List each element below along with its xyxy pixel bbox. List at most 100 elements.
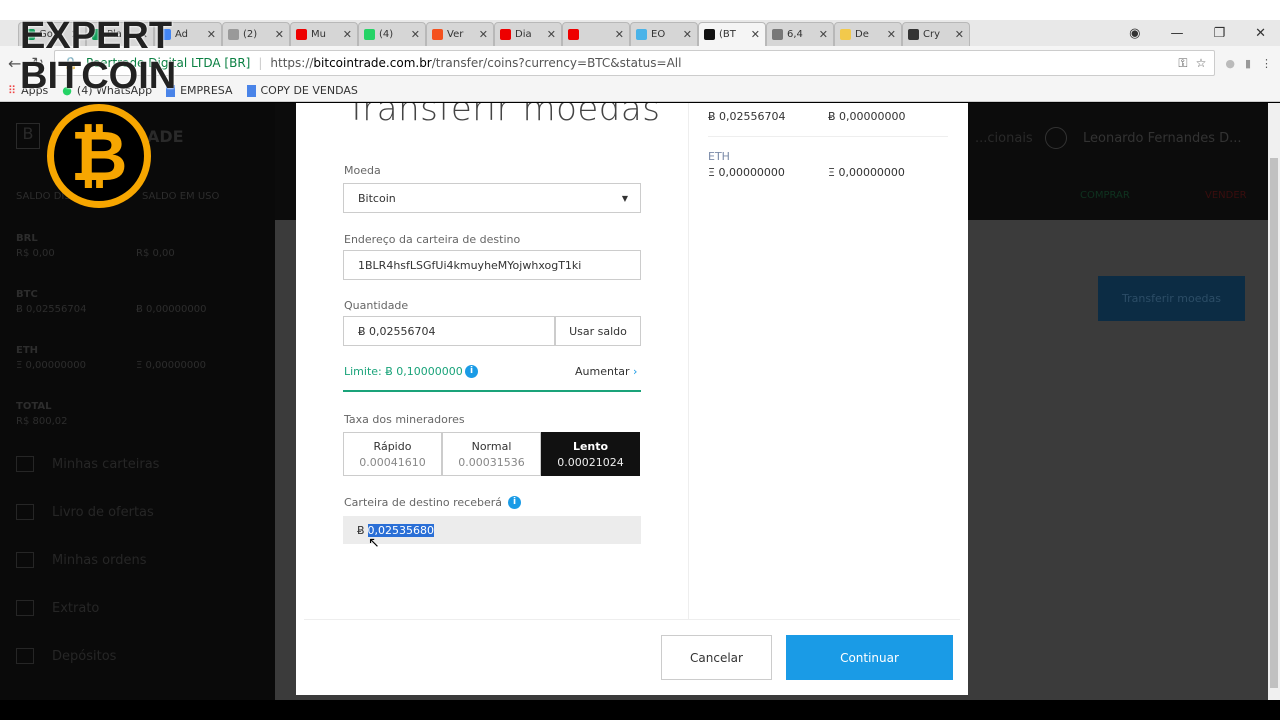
balance-available: R$ 0,00 (16, 248, 55, 259)
balance-currency: BRL (16, 233, 38, 244)
cancel-button[interactable]: Cancelar (661, 635, 772, 680)
total-value: R$ 800,02 (16, 416, 68, 427)
sidebar-item[interactable]: Livro de ofertas (16, 504, 154, 520)
fee-value: 0.00021024 (557, 456, 624, 469)
close-tab-icon[interactable]: ✕ (207, 28, 216, 41)
balance-currency: BTC (16, 289, 38, 300)
divider (688, 103, 689, 619)
menu-icon (16, 552, 34, 568)
close-tab-icon[interactable]: ✕ (751, 28, 760, 41)
user-menu[interactable]: Leonardo Fernandes D... (1083, 131, 1242, 146)
fee-name: Normal (471, 440, 512, 453)
scrollbar-thumb[interactable] (1270, 158, 1278, 688)
info-icon[interactable]: i (508, 496, 521, 509)
browser-tab[interactable]: ✕ (562, 22, 630, 46)
tab-title: 6,4 (787, 29, 803, 40)
bookmark-label: COPY DE VENDAS (260, 84, 358, 97)
buy-link[interactable]: COMPRAR (1080, 190, 1130, 201)
close-tab-icon[interactable]: ✕ (819, 28, 828, 41)
scrollbar[interactable] (1268, 103, 1280, 700)
tab-title: (BT (719, 29, 736, 40)
sidebar-item[interactable]: Depósitos (16, 648, 116, 664)
transfer-coins-button[interactable]: Transferir moedas (1098, 276, 1245, 321)
menu-icon (16, 456, 34, 472)
url-domain: bitcointrade.com.br (313, 56, 432, 70)
minimize-button[interactable]: — (1170, 26, 1183, 41)
fee-option[interactable]: Rápido 0.00041610 (343, 432, 442, 476)
sidebar-item-label: Extrato (52, 600, 100, 616)
browser-tab[interactable]: Dia ✕ (494, 22, 562, 46)
use-balance-button[interactable]: Usar saldo (555, 316, 641, 346)
key-icon[interactable]: ⚿ (1178, 56, 1187, 71)
close-tab-icon[interactable]: ✕ (955, 28, 964, 41)
nav-item[interactable]: ...cionais (975, 131, 1033, 146)
screen-top (0, 0, 1280, 20)
browser-tab[interactable]: (BT ✕ (698, 22, 766, 46)
close-tab-icon[interactable]: ✕ (683, 28, 692, 41)
screen-bottom (0, 700, 1280, 720)
eth-label: ETH (708, 150, 730, 163)
favicon-icon (772, 29, 783, 40)
fee-option[interactable]: Lento 0.00021024 (541, 432, 640, 476)
sidebar-item[interactable]: Minhas ordens (16, 552, 147, 568)
star-icon[interactable]: ☆ (1196, 56, 1207, 70)
menu-icon[interactable]: ⋮ (1261, 57, 1272, 70)
close-tab-icon[interactable]: ✕ (887, 28, 896, 41)
favicon-icon (704, 29, 715, 40)
window-controls: ◉ — ❐ ✕ (1129, 20, 1280, 46)
browser-tab[interactable]: De ✕ (834, 22, 902, 46)
tab-title: Dia (515, 29, 532, 40)
fee-option[interactable]: Normal 0.00031536 (442, 432, 541, 476)
browser-tab[interactable]: (2) ✕ (222, 22, 290, 46)
btc-in-use: Ƀ 0,00000000 (828, 110, 906, 123)
browser-tab[interactable]: Ver ✕ (426, 22, 494, 46)
sidebar-item[interactable]: Extrato (16, 600, 99, 616)
favicon-icon (840, 29, 851, 40)
close-tab-icon[interactable]: ✕ (479, 28, 488, 41)
url-path: /transfer/coins?currency=BTC&status=All (431, 56, 682, 70)
url-input[interactable]: 🔒 Peertrade Digital LTDA [BR] | https://… (53, 50, 1216, 76)
browser-tab[interactable]: 6,4 ✕ (766, 22, 834, 46)
favicon-icon (296, 29, 307, 40)
balance-available: Ξ 0,00000000 (16, 360, 86, 371)
restore-button[interactable]: ❐ (1213, 26, 1225, 41)
close-tab-icon[interactable]: ✕ (275, 28, 284, 41)
continue-button[interactable]: Continuar (786, 635, 953, 680)
browser-tab[interactable]: (4) ✕ (358, 22, 426, 46)
close-window-button[interactable]: ✕ (1255, 26, 1266, 41)
browser-tab[interactable]: Cry ✕ (902, 22, 970, 46)
profile-icon[interactable]: ◉ (1129, 26, 1140, 41)
fee-value: 0.00031536 (458, 456, 525, 469)
close-tab-icon[interactable]: ✕ (343, 28, 352, 41)
info-icon[interactable]: i (465, 365, 478, 378)
address-input[interactable]: 1BLR4hsfLSGfUi4kmuyheMYojwhxogT1ki (343, 250, 641, 280)
extension-icon[interactable]: ▮ (1245, 57, 1251, 70)
browser-tab[interactable]: EO ✕ (630, 22, 698, 46)
tab-title: Mu (311, 29, 326, 40)
balance-available: Ƀ 0,02556704 (16, 304, 87, 315)
limit-progress (343, 390, 641, 392)
bookmark-copy[interactable]: COPY DE VENDAS (246, 84, 358, 97)
menu-icon (16, 600, 34, 616)
sidebar-item[interactable]: Minhas carteiras (16, 456, 159, 472)
bitcoin-logo-icon: ₿ (47, 104, 151, 208)
address-label: Endereço da carteira de destino (344, 233, 521, 246)
bookmarks-bar: ⠿ Apps ● (4) WhatsApp EMPRESA COPY DE VEND… (0, 80, 1280, 102)
extension-icon[interactable]: ● (1225, 57, 1235, 70)
browser-tab[interactable]: Mu ✕ (290, 22, 358, 46)
favicon-icon (228, 29, 239, 40)
user-icon (1045, 127, 1067, 149)
close-tab-icon[interactable]: ✕ (411, 28, 420, 41)
close-tab-icon[interactable]: ✕ (615, 28, 624, 41)
close-tab-icon[interactable]: ✕ (547, 28, 556, 41)
amount-input[interactable]: Ƀ 0,02556704 (343, 316, 555, 346)
sidebar: B BITCOINTRADE SALDO DISPONÍVEL SALDO EM… (0, 103, 275, 700)
balance-in-use: R$ 0,00 (136, 248, 175, 259)
increase-link[interactable]: Aumentar › (575, 365, 637, 378)
btc-available: Ƀ 0,02556704 (708, 110, 786, 123)
sell-link[interactable]: VENDER (1205, 190, 1247, 201)
receive-amount[interactable]: Ƀ 0,02535680 (343, 516, 641, 544)
increase-label: Aumentar (575, 365, 630, 378)
coin-select[interactable]: Bitcoin ▼ (343, 183, 641, 213)
sidebar-item-label: Depósitos (52, 648, 117, 664)
